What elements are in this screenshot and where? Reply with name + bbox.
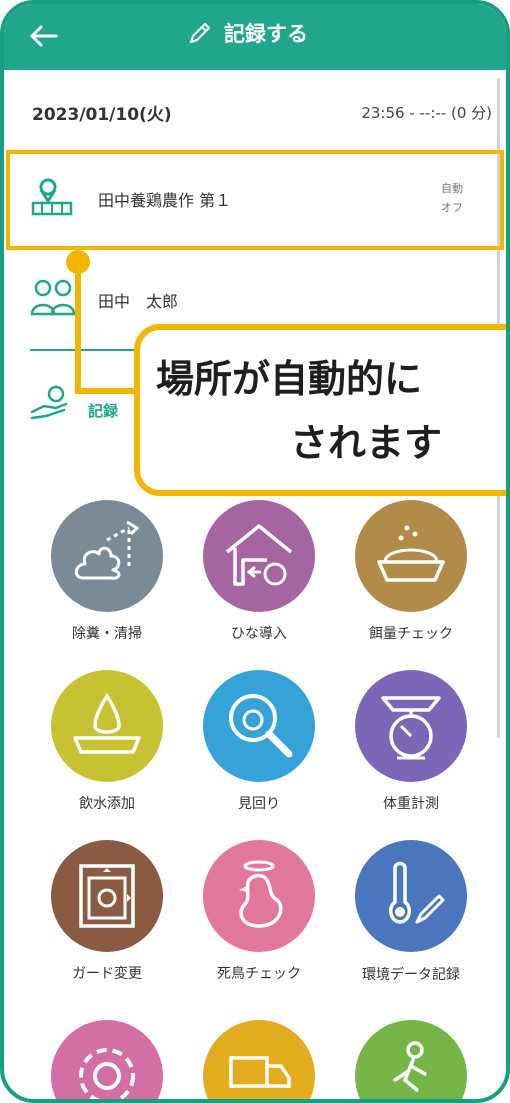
app-screen: 記録する 2023/01/10(火) 23:56 - --:-- (0 分) 田… [0, 0, 510, 1103]
magnifier-chick-icon [229, 694, 293, 758]
feed-bowl-icon [377, 525, 445, 582]
pencil-icon [190, 23, 210, 43]
record-date[interactable]: 2023/01/10(火) [32, 100, 172, 125]
tile-shipping[interactable] [184, 1020, 334, 1099]
chick-house-icon [225, 524, 293, 586]
page-title: 記録する [224, 22, 308, 46]
tile-circle [51, 500, 163, 612]
record-type-label: 記録 [88, 402, 119, 420]
callout-connector-line [75, 388, 137, 394]
tile-circle [51, 670, 163, 782]
callout-text-line2: されます [290, 421, 443, 465]
date-time-row[interactable]: 2023/01/10(火) 23:56 - --:-- (0 分) [32, 100, 492, 128]
tile-dead-bird-check[interactable]: 死鳥チェック [184, 840, 334, 986]
record-time[interactable]: 23:56 - --:-- (0 分) [361, 102, 492, 123]
tile-circle [203, 1020, 315, 1099]
tile-label: ガード変更 [72, 966, 142, 982]
chicken-halo-icon [239, 860, 283, 928]
user-row[interactable]: 田中 太郎 [30, 276, 490, 326]
tile-circle [355, 500, 467, 612]
tile-circle [355, 840, 467, 952]
tile-cleaning[interactable]: 除糞・清掃 [32, 500, 182, 646]
tile-label: 飲水添加 [79, 796, 135, 812]
header-title-group: 記録する [186, 18, 308, 48]
truck-icon [229, 1056, 291, 1088]
location-highlight-frame [6, 150, 504, 250]
tile-label: 環境データ記録 [362, 967, 460, 983]
tile-circle [203, 500, 315, 612]
tile-chick-intro[interactable]: ひな導入 [184, 500, 334, 646]
hand-chick-icon [30, 385, 68, 420]
gear-icon [79, 1048, 135, 1099]
tile-label: 体重計測 [383, 796, 439, 812]
tile-water-additive[interactable]: 飲水添加 [32, 670, 182, 816]
tile-label: 死鳥チェック [217, 966, 301, 982]
back-button[interactable] [24, 16, 64, 56]
tile-settings[interactable] [32, 1020, 182, 1099]
tile-circle [51, 840, 163, 952]
tile-walk[interactable] [336, 1020, 486, 1099]
tile-circle [203, 670, 315, 782]
users-icon [30, 279, 76, 316]
thermometer-pen-icon [388, 861, 445, 924]
poop-cleaning-icon [75, 520, 140, 580]
tile-weight[interactable]: 体重計測 [336, 670, 486, 816]
tile-patrol[interactable]: 見回り [184, 670, 334, 816]
tile-label: 見回り [238, 796, 280, 812]
callout-text-line1: 場所が自動的に [156, 357, 423, 401]
tile-circle [355, 1020, 467, 1099]
scale-icon [381, 696, 441, 760]
tile-circle [355, 670, 467, 782]
tile-feed-check[interactable]: 餌量チェック [336, 500, 486, 646]
tile-label: 餌量チェック [369, 626, 453, 642]
guard-frame-icon [79, 864, 135, 928]
tutorial-callout: 場所が自動的に されます [134, 324, 506, 496]
tile-env-data[interactable]: 環境データ記録 [336, 840, 486, 988]
tile-label: 除糞・清掃 [72, 626, 142, 642]
tile-guard-change[interactable]: ガード変更 [32, 840, 182, 986]
back-arrow-icon [30, 25, 58, 47]
callout-connector-line [75, 262, 81, 394]
user-name: 田中 太郎 [98, 292, 179, 311]
walking-person-icon [393, 1041, 427, 1092]
water-drop-icon [73, 692, 141, 754]
tile-label: ひな導入 [231, 626, 287, 642]
tile-circle [203, 840, 315, 952]
app-header: 記録する [4, 4, 506, 70]
tile-circle [51, 1020, 163, 1099]
